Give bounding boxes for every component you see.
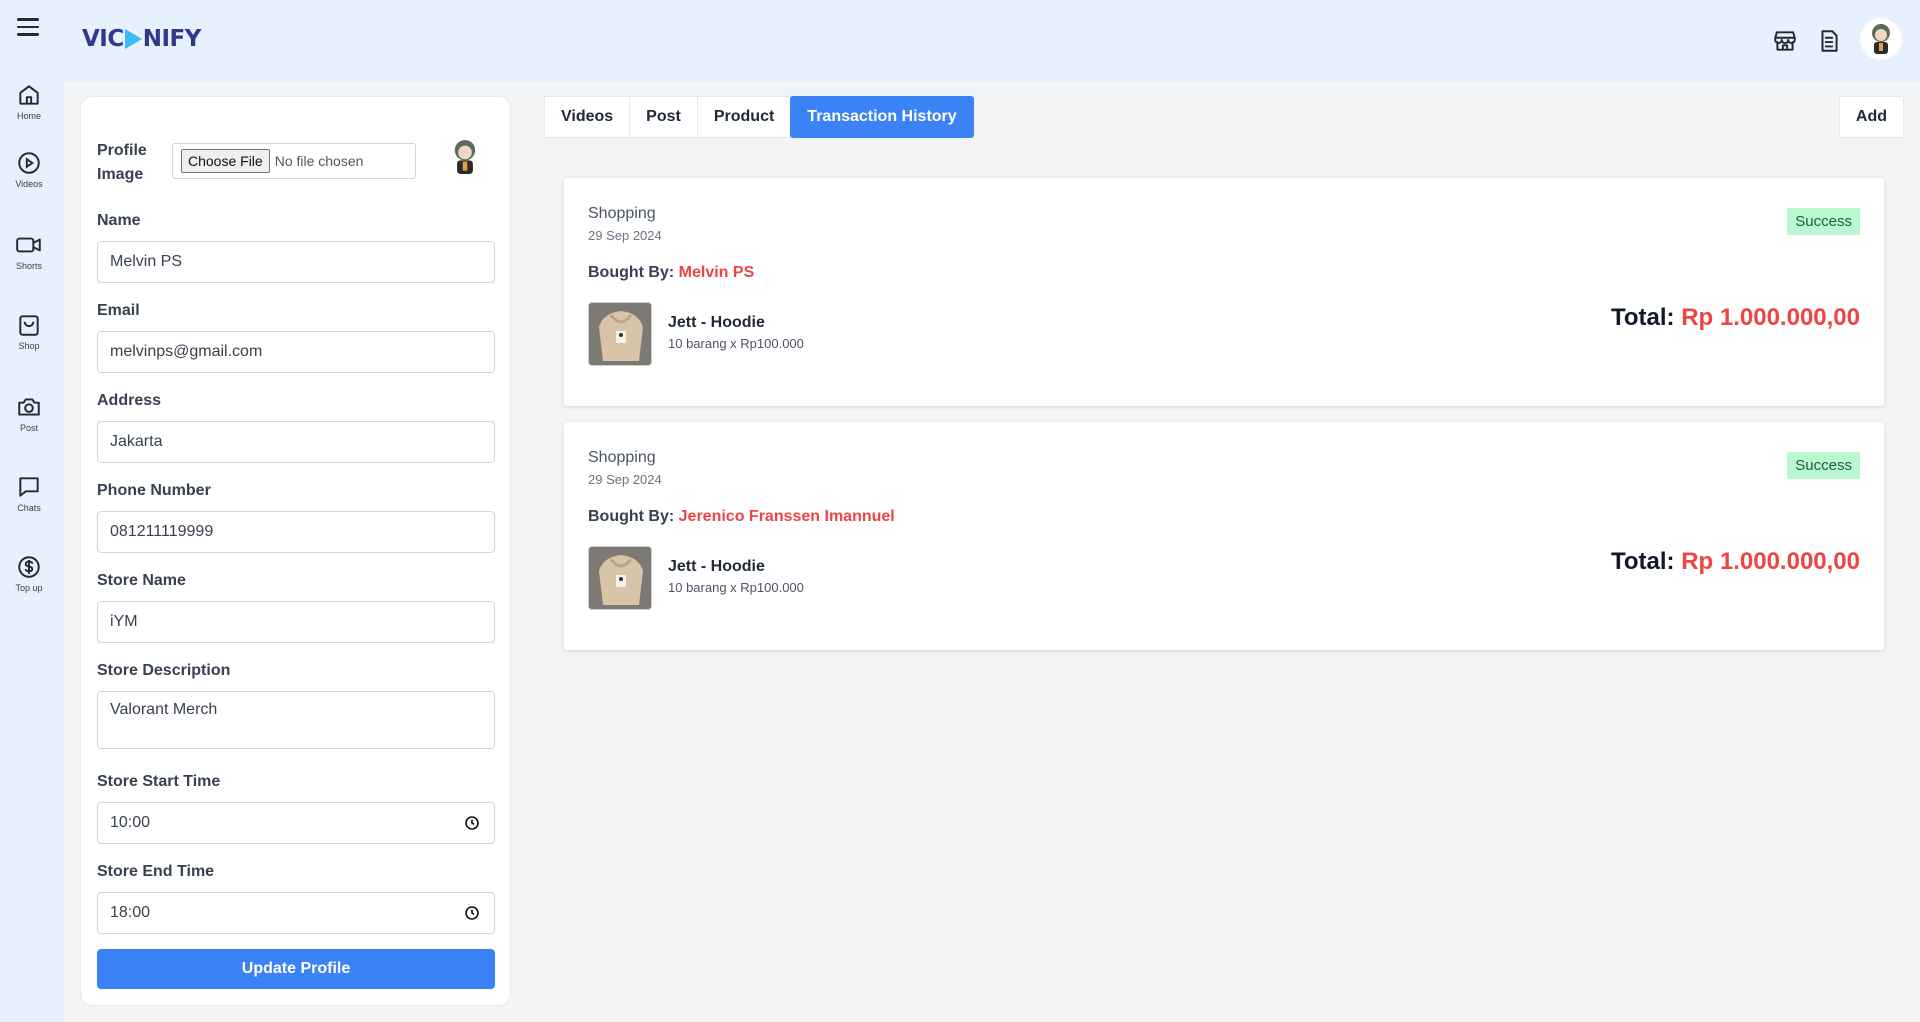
shopping-bag-icon bbox=[19, 315, 39, 336]
logo-text-left: VIC bbox=[82, 26, 124, 52]
product-name: Jett - Hoodie bbox=[668, 314, 765, 331]
dollar-icon bbox=[18, 556, 40, 578]
logo-play-icon bbox=[124, 29, 142, 49]
video-camera-icon bbox=[16, 237, 41, 253]
add-button[interactable]: Add bbox=[1838, 96, 1904, 138]
bought-by: Bought By: Jerenico Franssen Imannuel bbox=[588, 508, 895, 526]
tab-transaction-history[interactable]: Transaction History bbox=[790, 96, 974, 138]
bought-by-label: Bought By: bbox=[588, 508, 675, 525]
sidebar-item-topup[interactable]: Top up bbox=[0, 554, 58, 593]
sidebar-label: Top up bbox=[15, 583, 43, 593]
buyer-name: Melvin PS bbox=[678, 264, 755, 281]
sidebar-label: Shorts bbox=[15, 261, 42, 271]
store-name-field[interactable]: iYM bbox=[97, 601, 495, 643]
sidebar-label: Chats bbox=[17, 503, 41, 513]
clock-icon[interactable] bbox=[464, 815, 480, 831]
product-name: Jett - Hoodie bbox=[668, 558, 765, 575]
transaction-date: 29 Sep 2024 bbox=[588, 472, 662, 487]
name-field[interactable]: Melvin PS bbox=[97, 241, 495, 283]
update-profile-button[interactable]: Update Profile bbox=[97, 949, 495, 989]
choose-file-button[interactable]: Choose File bbox=[181, 149, 270, 173]
tab-videos[interactable]: Videos bbox=[544, 96, 631, 138]
play-circle-icon bbox=[18, 152, 40, 174]
clock-icon[interactable] bbox=[464, 905, 480, 921]
total-value: Rp 1.000.000,00 bbox=[1681, 548, 1860, 575]
file-input[interactable]: Choose File No file chosen bbox=[172, 143, 416, 179]
product-quantity: 10 barang x Rp100.000 bbox=[668, 580, 804, 595]
sidebar-item-shorts[interactable]: Shorts bbox=[0, 232, 58, 271]
profile-form: Profile Image Choose File No file chosen… bbox=[80, 96, 511, 1006]
status-badge: Success bbox=[1787, 208, 1860, 235]
sidebar-item-chats[interactable]: Chats bbox=[0, 474, 58, 513]
total-label: Total: bbox=[1610, 548, 1675, 575]
sidebar-item-shop[interactable]: Shop bbox=[0, 312, 58, 351]
phone-label: Phone Number bbox=[97, 482, 211, 499]
store-icon[interactable] bbox=[1772, 28, 1798, 54]
document-icon[interactable] bbox=[1816, 28, 1842, 54]
store-name-label: Store Name bbox=[97, 572, 186, 589]
transaction-type: Shopping bbox=[588, 449, 656, 466]
store-description-label: Store Description bbox=[97, 662, 231, 679]
transaction-card: Shopping 29 Sep 2024 Success Bought By: … bbox=[564, 422, 1884, 650]
store-start-time-value: 10:00 bbox=[110, 814, 151, 831]
address-field[interactable]: Jakarta bbox=[97, 421, 495, 463]
sidebar-label: Shop bbox=[18, 341, 40, 351]
store-start-time-label: Store Start Time bbox=[97, 773, 221, 790]
profile-image-preview bbox=[448, 137, 482, 182]
profile-image-label: Profile Image bbox=[97, 142, 147, 183]
sidebar: Home Videos Shorts Shop Post Chats Top u… bbox=[0, 82, 64, 1022]
store-description-textarea[interactable]: Valorant Merch bbox=[97, 691, 495, 749]
store-start-time-input[interactable]: 10:00 bbox=[97, 802, 495, 844]
chat-icon bbox=[19, 477, 39, 497]
product-quantity: 10 barang x Rp100.000 bbox=[668, 336, 804, 351]
home-icon bbox=[19, 85, 39, 105]
sidebar-label: Home bbox=[16, 111, 41, 121]
tab-post[interactable]: Post bbox=[629, 96, 698, 138]
store-end-time-label: Store End Time bbox=[97, 863, 215, 880]
buyer-name: Jerenico Franssen Imannuel bbox=[678, 508, 895, 525]
logo-text-right: NIFY bbox=[142, 26, 202, 52]
sidebar-label: Post bbox=[19, 423, 38, 433]
product-thumbnail bbox=[588, 302, 652, 366]
file-status: No file chosen bbox=[274, 153, 364, 169]
user-avatar[interactable] bbox=[1860, 18, 1902, 60]
hamburger-menu-icon[interactable] bbox=[17, 18, 39, 36]
name-label: Name bbox=[97, 212, 141, 229]
store-end-time-input[interactable]: 18:00 bbox=[97, 892, 495, 934]
bought-by-label: Bought By: bbox=[588, 264, 675, 281]
phone-field[interactable]: 081211119999 bbox=[97, 511, 495, 553]
email-field[interactable]: melvinps@gmail.com bbox=[97, 331, 495, 373]
status-badge: Success bbox=[1787, 452, 1860, 479]
email-label: Email bbox=[97, 302, 140, 319]
store-end-time-value: 18:00 bbox=[110, 904, 151, 921]
tab-product[interactable]: Product bbox=[696, 96, 792, 138]
transaction-total: Total: Rp 1.000.000,00 bbox=[1611, 304, 1860, 332]
transaction-date: 29 Sep 2024 bbox=[588, 228, 662, 243]
camera-icon bbox=[18, 398, 40, 416]
top-bar: VIC NIFY bbox=[0, 0, 1920, 82]
tab-bar: Videos Post Product Transaction History bbox=[544, 96, 974, 138]
sidebar-item-post[interactable]: Post bbox=[0, 394, 58, 433]
total-value: Rp 1.000.000,00 bbox=[1681, 304, 1860, 331]
bought-by: Bought By: Melvin PS bbox=[588, 264, 754, 282]
transaction-type: Shopping bbox=[588, 205, 656, 222]
transaction-total: Total: Rp 1.000.000,00 bbox=[1611, 548, 1860, 576]
sidebar-label: Videos bbox=[15, 179, 43, 189]
product-thumbnail bbox=[588, 546, 652, 610]
total-label: Total: bbox=[1610, 304, 1675, 331]
sidebar-item-videos[interactable]: Videos bbox=[0, 150, 58, 189]
sidebar-item-home[interactable]: Home bbox=[0, 82, 58, 121]
avatar-image bbox=[1872, 24, 1890, 54]
logo[interactable]: VIC NIFY bbox=[82, 26, 201, 52]
address-label: Address bbox=[97, 392, 162, 409]
transaction-card: Shopping 29 Sep 2024 Success Bought By: … bbox=[564, 178, 1884, 406]
